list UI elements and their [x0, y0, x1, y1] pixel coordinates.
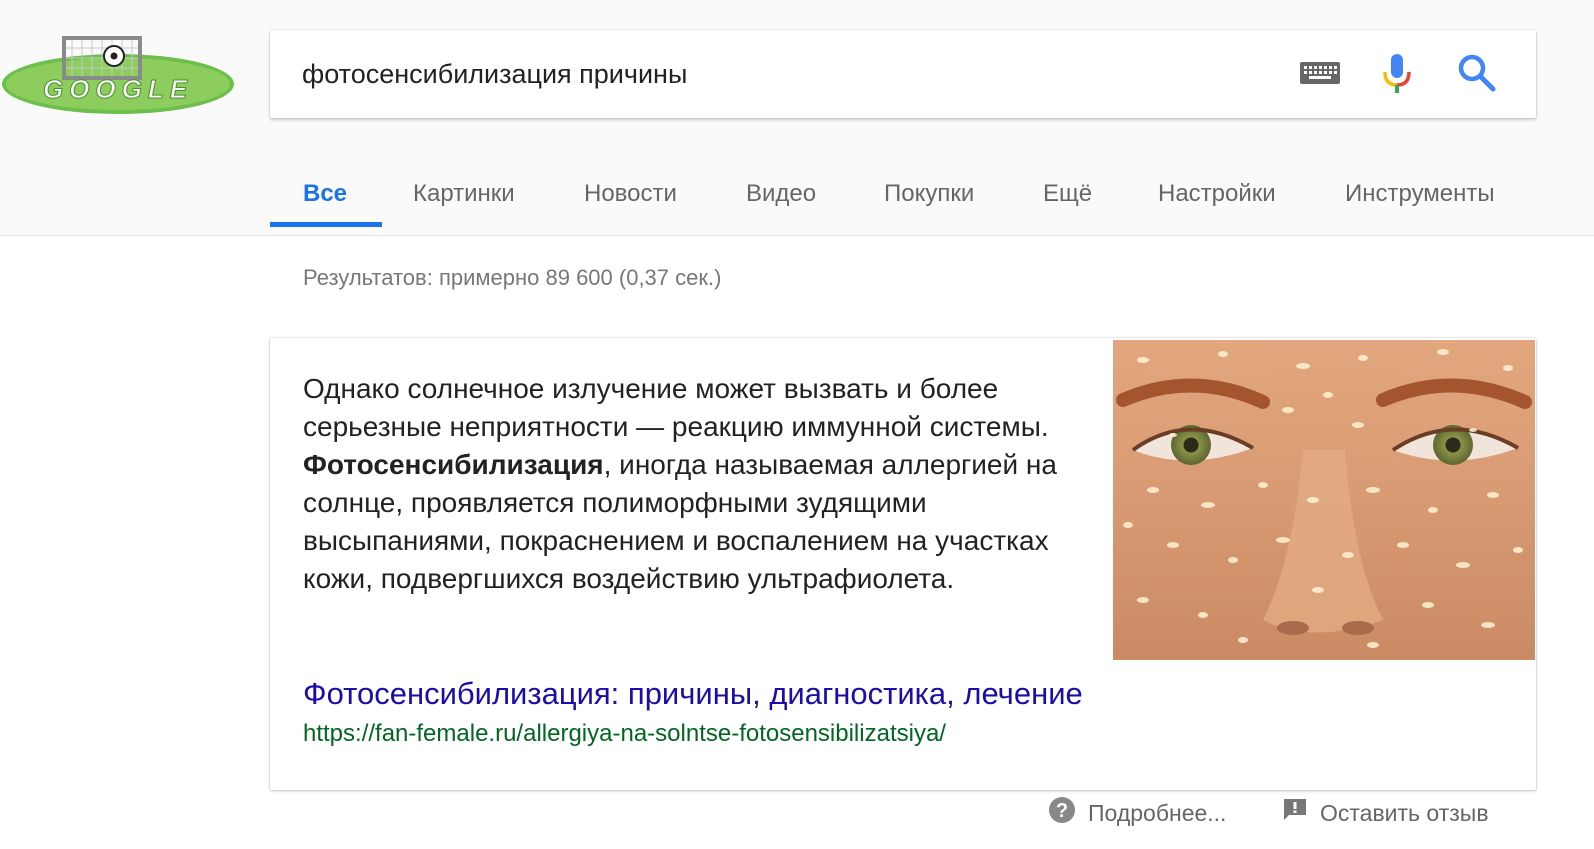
snippet-text-before: Однако солнечное излучение может вызвать…: [303, 373, 1049, 442]
result-url: https://fan-female.ru/allergiya-na-solnt…: [303, 720, 946, 747]
more-info-label: Подробнее...: [1088, 800, 1227, 826]
featured-snippet: Однако солнечное излучение может вызвать…: [270, 338, 1536, 790]
tab-settings[interactable]: Настройки: [1158, 166, 1276, 236]
tab-video[interactable]: Видео: [746, 166, 816, 236]
result-stats: Результатов: примерно 89 600 (0,37 сек.): [303, 265, 722, 290]
feedback-label: Оставить отзыв: [1320, 800, 1489, 826]
logo-text: GOOGLE: [43, 74, 193, 104]
keyboard-icon[interactable]: [1300, 60, 1340, 86]
google-doodle-logo[interactable]: GOOGLE: [0, 32, 236, 120]
active-tab-indicator: [270, 222, 382, 227]
result-title-link[interactable]: Фотосенсибилизация: причины, диагностика…: [303, 676, 1083, 712]
snippet-text: Однако солнечное излучение может вызвать…: [303, 370, 1093, 598]
snippet-text-bold: Фотосенсибилизация: [303, 449, 604, 480]
magnifier-icon[interactable]: [1456, 52, 1498, 94]
tab-shopping[interactable]: Покупки: [884, 166, 974, 236]
search-box: [270, 30, 1536, 118]
tab-news[interactable]: Новости: [584, 166, 677, 236]
feedback-icon: [1282, 797, 1308, 832]
tab-tools[interactable]: Инструменты: [1345, 166, 1495, 236]
microphone-icon[interactable]: [1380, 52, 1414, 96]
svg-text:?: ?: [1056, 800, 1068, 822]
more-info-link[interactable]: ? Подробнее...: [1048, 796, 1226, 832]
help-circle-icon: ?: [1048, 796, 1076, 833]
snippet-image[interactable]: [1113, 340, 1535, 660]
feedback-link[interactable]: Оставить отзыв: [1282, 796, 1489, 832]
tab-images[interactable]: Картинки: [413, 166, 515, 236]
tab-more[interactable]: Ещё: [1043, 166, 1092, 236]
search-input[interactable]: [302, 56, 1242, 92]
